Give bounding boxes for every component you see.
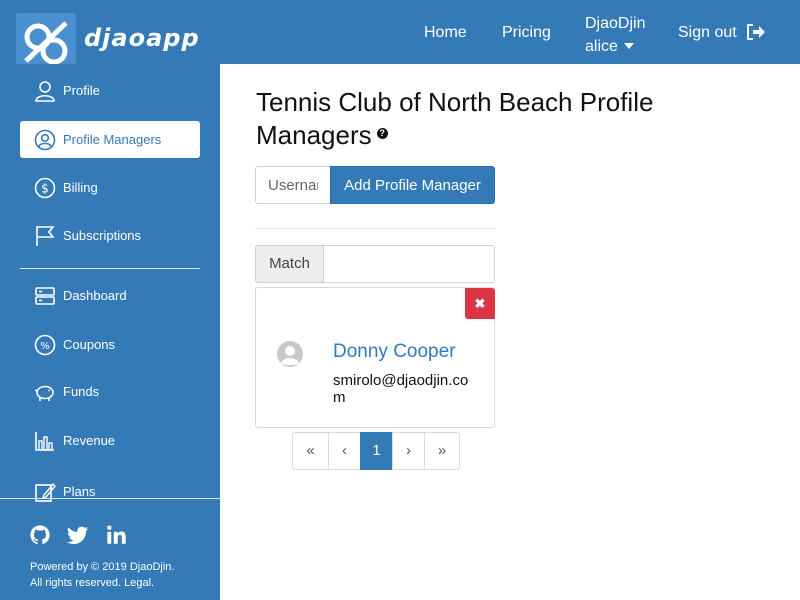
remove-manager-button[interactable]: ✖ xyxy=(465,288,495,319)
sidebar-item-label: Profile Managers xyxy=(63,132,162,147)
nav-home-link[interactable]: Home xyxy=(424,24,467,42)
sidebar-item-label: Funds xyxy=(63,384,100,399)
page-next-button[interactable]: › xyxy=(392,432,425,470)
svg-text:$: $ xyxy=(41,182,49,196)
nav-pricing-link[interactable]: Pricing xyxy=(502,24,551,42)
flag-icon xyxy=(36,226,55,246)
user-menu-dropdown[interactable]: DjaoDjin alice xyxy=(585,12,645,58)
sidebar-item-label: Subscriptions xyxy=(63,228,142,243)
sidebar-footer: Powered by © 2019 DjaoDjin. All rights r… xyxy=(30,559,174,591)
page-prev-button[interactable]: ‹ xyxy=(328,432,361,470)
sidebar-item-billing[interactable]: $ Billing xyxy=(20,169,200,206)
sidebar-item-plans[interactable]: Plans xyxy=(20,473,200,510)
help-icon[interactable]: ? xyxy=(376,128,388,139)
linkedin-icon[interactable] xyxy=(106,524,128,546)
sidebar-item-revenue[interactable]: Revenue xyxy=(20,422,200,459)
caret-down-icon xyxy=(623,43,634,49)
avatar xyxy=(277,341,303,367)
percent-icon: % xyxy=(34,334,56,356)
twitter-icon[interactable] xyxy=(67,524,89,546)
sidebar-item-label: Coupons xyxy=(63,337,116,352)
sign-out-icon[interactable] xyxy=(746,24,766,40)
pagination: « ‹ 1 › » xyxy=(292,432,460,470)
manager-email: smirolo@djaodjin.com xyxy=(333,372,469,406)
sidebar-item-label: Profile xyxy=(63,83,100,98)
sidebar-item-coupons[interactable]: % Coupons xyxy=(20,326,200,363)
page-last-button[interactable]: » xyxy=(424,432,460,470)
copyright-text: Powered by © 2019 DjaoDjin. xyxy=(30,561,175,573)
match-filter-input[interactable] xyxy=(323,245,495,283)
bar-chart-icon xyxy=(35,432,54,451)
sidebar-footer-divider xyxy=(0,498,220,499)
page-title: Tennis Club of North Beach Profile Manag… xyxy=(256,86,776,152)
top-navbar: djaoapp Home Pricing DjaoDjin alice Sign… xyxy=(0,0,800,71)
server-icon xyxy=(35,287,55,305)
page-first-button[interactable]: « xyxy=(292,432,329,470)
user-org-name: DjaoDjin xyxy=(585,15,646,32)
sidebar: Profile Profile Managers $ Billing Subsc… xyxy=(0,64,220,600)
github-icon[interactable] xyxy=(29,524,51,546)
sidebar-item-dashboard[interactable]: Dashboard xyxy=(20,277,200,314)
sign-out-link[interactable]: Sign out xyxy=(678,24,737,42)
edit-icon xyxy=(35,482,56,502)
sidebar-item-profile[interactable]: Profile xyxy=(20,72,200,109)
sidebar-item-label: Dashboard xyxy=(63,288,127,303)
user-name: alice xyxy=(585,38,618,55)
sidebar-item-funds[interactable]: Funds xyxy=(20,373,200,410)
sidebar-item-label: Plans xyxy=(63,484,96,499)
sidebar-divider xyxy=(20,268,200,269)
rights-legal-text[interactable]: All rights reserved. Legal. xyxy=(30,575,174,591)
logo-mark-icon xyxy=(24,21,68,65)
sidebar-item-label: Billing xyxy=(63,180,98,195)
svg-text:%: % xyxy=(40,341,50,352)
user-icon xyxy=(35,81,55,102)
dollar-icon: $ xyxy=(34,177,56,199)
user-circle-icon xyxy=(34,129,56,151)
page-current-button[interactable]: 1 xyxy=(360,432,393,470)
manager-name-link[interactable]: Donny Cooper xyxy=(333,341,456,363)
section-divider xyxy=(255,228,495,229)
sidebar-item-subscriptions[interactable]: Subscriptions xyxy=(20,217,200,254)
sidebar-item-profile-managers[interactable]: Profile Managers xyxy=(20,121,200,158)
sidebar-item-label: Revenue xyxy=(63,433,116,448)
page-title-text: Tennis Club of North Beach Profile Manag… xyxy=(256,87,654,150)
username-input[interactable] xyxy=(255,166,330,204)
list-item: ✖ Donny Cooper smirolo@djaodjin.com xyxy=(255,287,495,428)
match-label: Match xyxy=(255,245,324,283)
piggy-bank-icon xyxy=(34,385,54,401)
brand-name[interactable]: djaoapp xyxy=(84,24,200,52)
add-profile-manager-button[interactable]: Add Profile Manager xyxy=(330,166,495,204)
djaoapp-logo[interactable] xyxy=(16,13,76,71)
